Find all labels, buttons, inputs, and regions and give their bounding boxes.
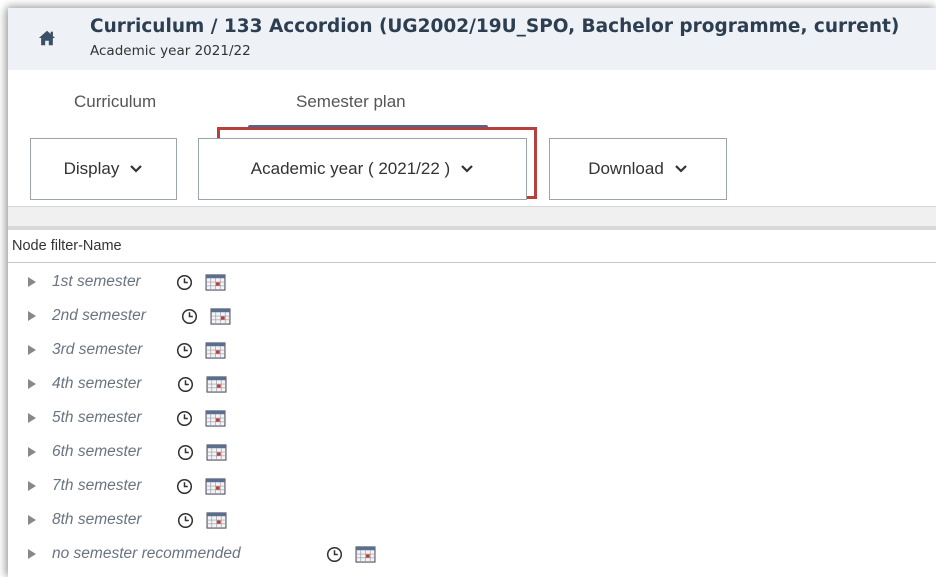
tree-node-label[interactable]: 5th semester <box>52 409 142 427</box>
expand-triangle-icon[interactable] <box>28 311 36 321</box>
calendar-icon[interactable] <box>355 546 376 563</box>
tree-node[interactable]: 5th semester <box>8 401 936 435</box>
node-actions <box>177 376 227 393</box>
tree-node-label[interactable]: 8th semester <box>52 511 142 529</box>
tab-curriculum[interactable]: Curriculum <box>74 92 156 112</box>
download-label: Download <box>588 159 664 178</box>
tree-column-header: Node filter-Name <box>8 230 936 263</box>
section-divider <box>8 206 936 231</box>
column-header-label: Node filter-Name <box>12 238 122 254</box>
display-label: Display <box>63 159 120 178</box>
calendar-icon[interactable] <box>205 478 226 495</box>
tree-node-label[interactable]: no semester recommended <box>52 545 241 563</box>
clock-icon[interactable] <box>177 376 194 393</box>
page-subtitle: Academic year 2021/22 <box>90 43 251 59</box>
clock-icon[interactable] <box>177 512 194 529</box>
clock-icon[interactable] <box>181 308 198 325</box>
expand-triangle-icon[interactable] <box>28 277 36 287</box>
expand-triangle-icon[interactable] <box>28 447 36 457</box>
tree-node-label[interactable]: 1st semester <box>52 273 141 291</box>
clock-icon[interactable] <box>176 342 193 359</box>
clock-icon[interactable] <box>176 410 193 427</box>
node-actions <box>176 274 226 291</box>
tab-bar: Curriculum Semester plan <box>8 70 936 199</box>
tree-node[interactable]: 8th semester <box>8 503 936 537</box>
clock-icon[interactable] <box>176 478 193 495</box>
chevron-down-icon <box>130 165 143 173</box>
calendar-icon[interactable] <box>210 308 231 325</box>
tab-semester-plan[interactable]: Semester plan <box>296 92 406 112</box>
toolbar: Display Academic year ( 2021/22 ) Downlo… <box>8 136 936 206</box>
expand-triangle-icon[interactable] <box>28 413 36 423</box>
tree-node[interactable]: 4th semester <box>8 367 936 401</box>
tree-node[interactable]: 7th semester <box>8 469 936 503</box>
expand-triangle-icon[interactable] <box>28 379 36 389</box>
calendar-icon[interactable] <box>205 410 226 427</box>
display-dropdown-button[interactable]: Display <box>30 138 177 200</box>
expand-triangle-icon[interactable] <box>28 481 36 491</box>
tree-node[interactable]: no semester recommended <box>8 537 936 571</box>
clock-icon[interactable] <box>177 444 194 461</box>
home-icon[interactable] <box>38 29 56 47</box>
tree-node[interactable]: 2nd semester <box>8 299 936 333</box>
main-window: Curriculum / 133 Accordion (UG2002/19U_S… <box>8 8 936 577</box>
page-title: Curriculum / 133 Accordion (UG2002/19U_S… <box>90 16 900 37</box>
node-actions <box>176 342 226 359</box>
title-bar: Curriculum / 133 Accordion (UG2002/19U_S… <box>8 8 936 70</box>
calendar-icon[interactable] <box>206 512 227 529</box>
tree-node-label[interactable]: 4th semester <box>52 375 142 393</box>
expand-triangle-icon[interactable] <box>28 345 36 355</box>
clock-icon[interactable] <box>176 274 193 291</box>
tree-node[interactable]: 6th semester <box>8 435 936 469</box>
clock-icon[interactable] <box>326 546 343 563</box>
calendar-icon[interactable] <box>206 444 227 461</box>
node-actions <box>176 410 226 427</box>
calendar-icon[interactable] <box>206 376 227 393</box>
tree-node-label[interactable]: 3rd semester <box>52 341 142 359</box>
node-actions <box>177 512 227 529</box>
academic-year-dropdown-button[interactable]: Academic year ( 2021/22 ) <box>198 138 527 200</box>
expand-triangle-icon[interactable] <box>28 515 36 525</box>
calendar-icon[interactable] <box>205 274 226 291</box>
download-dropdown-button[interactable]: Download <box>549 138 727 200</box>
node-actions <box>176 478 226 495</box>
node-actions <box>326 546 376 563</box>
node-actions <box>181 308 231 325</box>
academic-year-label: Academic year ( 2021/22 ) <box>250 159 451 178</box>
tree-node[interactable]: 1st semester <box>8 265 936 299</box>
chevron-down-icon <box>461 165 473 173</box>
calendar-icon[interactable] <box>205 342 226 359</box>
tree-node-label[interactable]: 6th semester <box>52 443 142 461</box>
chevron-down-icon <box>675 165 687 173</box>
tree-node[interactable]: 3rd semester <box>8 333 936 367</box>
tree-node-label[interactable]: 2nd semester <box>52 307 146 325</box>
tree-node-label[interactable]: 7th semester <box>52 477 142 495</box>
node-actions <box>177 444 227 461</box>
expand-triangle-icon[interactable] <box>28 549 36 559</box>
